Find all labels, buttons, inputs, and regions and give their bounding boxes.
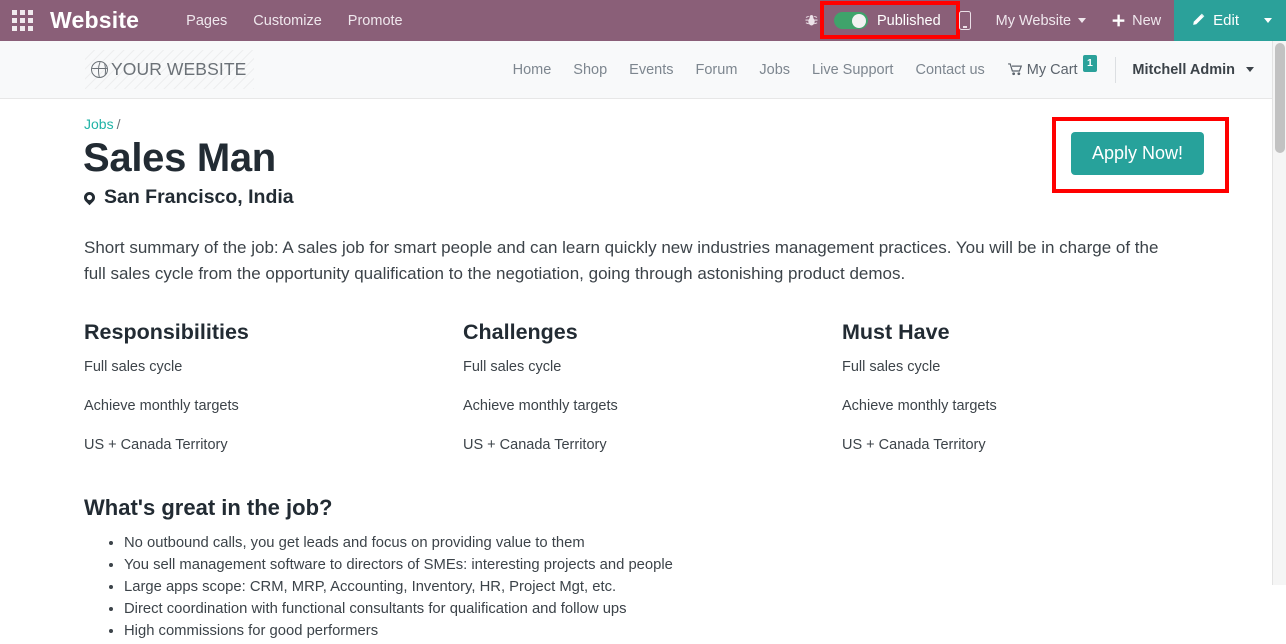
published-toggle-group[interactable]: Published — [819, 0, 960, 41]
nav-item-shop[interactable]: Shop — [562, 62, 618, 78]
list-item: You sell management software to director… — [124, 555, 1272, 576]
site-navigation: Home Shop Events Forum Jobs Live Support… — [502, 55, 1272, 83]
column-item: Full sales cycle — [84, 358, 183, 375]
new-button[interactable]: New — [1099, 0, 1174, 41]
site-logo-text: YOUR WEBSITE — [111, 59, 247, 79]
scrollbar-thumb[interactable] — [1275, 43, 1285, 153]
job-page: Jobs / Sales Man San Francisco, India App… — [0, 99, 1272, 644]
column-heading: Must Have — [842, 319, 950, 344]
column-item: Achieve monthly targets — [84, 398, 239, 415]
column-item: Achieve monthly targets — [463, 398, 618, 415]
breadcrumb-jobs-link[interactable]: Jobs — [84, 116, 114, 132]
chevron-down-icon — [1078, 18, 1087, 23]
apps-grid-icon — [11, 10, 33, 31]
nav-item-events[interactable]: Events — [618, 62, 684, 78]
column-responsibilities: Responsibilities Full sales cycle Achiev… — [84, 320, 463, 477]
whats-great-section: What's great in the job? No outbound cal… — [84, 495, 1272, 643]
list-item: High commissions for good performers — [124, 621, 1272, 642]
my-cart-label: My Cart — [1026, 61, 1078, 78]
column-item: US + Canada Territory — [463, 437, 607, 454]
mobile-preview-shape — [958, 11, 971, 30]
plus-icon — [1112, 14, 1125, 27]
topbar-menu-customize[interactable]: Customize — [240, 0, 335, 41]
user-name-label: Mitchell Admin — [1132, 61, 1235, 78]
cart-count-badge: 1 — [1082, 55, 1098, 72]
column-item: US + Canada Territory — [84, 437, 228, 454]
column-heading: Challenges — [463, 319, 578, 344]
vertical-scrollbar[interactable] — [1272, 41, 1286, 585]
topbar-menu-pages[interactable]: Pages — [173, 0, 240, 41]
site-selector-dropdown[interactable]: My Website — [983, 0, 1099, 41]
my-cart-link[interactable]: My Cart 1 — [996, 55, 1108, 78]
job-location: San Francisco, India — [81, 186, 1272, 209]
nav-item-forum[interactable]: Forum — [685, 62, 749, 78]
nav-item-contact-us[interactable]: Contact us — [904, 62, 995, 78]
published-switch-knob — [852, 13, 867, 28]
published-label: Published — [876, 12, 941, 29]
apps-menu-icon[interactable] — [5, 0, 39, 41]
mobile-phone-icon[interactable] — [947, 0, 983, 41]
nav-item-home[interactable]: Home — [502, 62, 563, 78]
whats-great-heading: What's great in the job? — [84, 494, 333, 520]
user-menu[interactable]: Mitchell Admin — [1120, 62, 1272, 78]
column-must-have: Must Have Full sales cycle Achieve month… — [842, 320, 997, 477]
list-item: No outbound calls, you get leads and foc… — [124, 533, 1272, 554]
job-detail-columns: Responsibilities Full sales cycle Achiev… — [84, 320, 1194, 477]
website-header: YOUR WEBSITE Home Shop Events Forum Jobs… — [0, 41, 1272, 99]
nav-item-live-support[interactable]: Live Support — [801, 62, 904, 78]
edit-button[interactable]: Edit — [1174, 0, 1253, 41]
job-summary: Short summary of the job: A sales job fo… — [84, 238, 1159, 284]
pencil-icon — [1193, 13, 1205, 25]
whats-great-list: No outbound calls, you get leads and foc… — [124, 533, 1272, 643]
job-location-label: San Francisco, India — [104, 186, 294, 208]
header-divider — [1115, 56, 1117, 83]
edit-dropdown-toggle[interactable] — [1253, 0, 1286, 41]
column-challenges: Challenges Full sales cycle Achieve mont… — [463, 320, 842, 477]
column-item: Achieve monthly targets — [842, 398, 997, 415]
column-item: US + Canada Territory — [842, 437, 986, 454]
published-switch[interactable] — [833, 12, 868, 29]
site-selector-label: My Website — [995, 12, 1072, 29]
site-logo[interactable]: YOUR WEBSITE — [85, 50, 255, 89]
breadcrumb: Jobs / — [84, 116, 1272, 132]
shopping-cart-icon — [1007, 63, 1022, 76]
map-pin-icon — [81, 189, 98, 206]
bug-icon[interactable] — [795, 0, 828, 41]
chevron-down-icon — [1264, 18, 1272, 23]
apply-now-button[interactable]: Apply Now! — [1071, 132, 1205, 175]
column-item: Full sales cycle — [463, 358, 562, 375]
app-brand-title: Website — [50, 7, 140, 33]
chevron-down-icon — [1246, 67, 1254, 73]
list-item: Large apps scope: CRM, MRP, Accounting, … — [124, 577, 1272, 598]
odoo-editor-topbar: Website Pages Customize Promote Publishe… — [0, 0, 1286, 41]
column-item: Full sales cycle — [842, 358, 941, 375]
edit-button-label: Edit — [1213, 12, 1239, 29]
topbar-menu-promote[interactable]: Promote — [335, 0, 416, 41]
globe-icon — [91, 61, 108, 78]
breadcrumb-separator: / — [116, 116, 121, 132]
list-item: Direct coordination with functional cons… — [124, 599, 1272, 620]
nav-item-jobs[interactable]: Jobs — [748, 62, 801, 78]
column-heading: Responsibilities — [84, 319, 249, 344]
new-button-label: New — [1132, 12, 1162, 29]
